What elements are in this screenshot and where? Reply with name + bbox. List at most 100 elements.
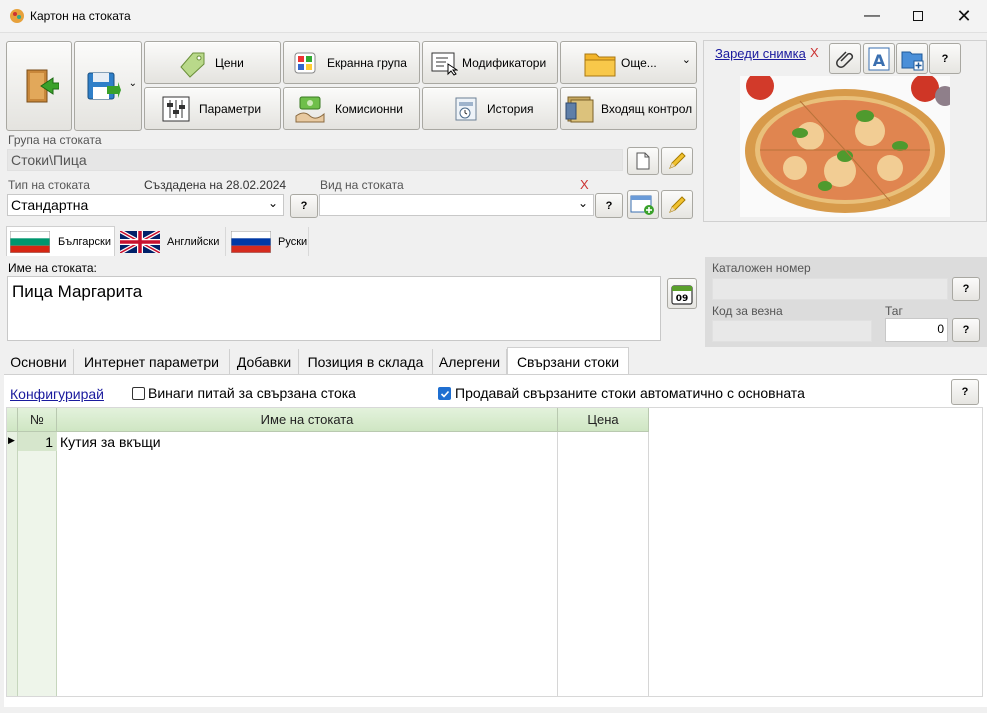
table-row[interactable]: ▶ 1 Кутия за вкъщи [7,432,649,451]
kind-add-button[interactable] [627,190,659,219]
letter-a-icon: A [868,47,890,70]
sell-auto-checkbox[interactable] [438,387,451,400]
history-icon [455,97,477,120]
history-button[interactable]: История [422,87,558,130]
type-select-value: Стандартна [11,197,89,213]
group-edit-button[interactable] [661,147,693,175]
kind-clear-button[interactable]: X [580,177,589,192]
calendar-button[interactable]: 09 [667,278,697,309]
catalog-help-button[interactable]: ? [952,277,980,301]
catalog-input[interactable] [712,278,948,300]
grid-divider [557,432,558,696]
kind-select[interactable]: ⌄ [319,194,594,216]
row-name[interactable]: Кутия за вкъщи [60,434,161,450]
checkmark-icon [440,390,449,398]
kind-edit-button[interactable] [661,190,693,219]
calendar-day-text: 09 [676,294,689,304]
lang-tab-english[interactable]: Английски [116,227,226,256]
lang-russian-label: Руски [278,235,308,248]
more-chevron-icon: ⌄ [681,54,691,66]
grid-no-column [18,432,57,696]
save-dropdown-chevron-icon[interactable]: ⌄ [129,78,137,89]
tab-basic[interactable]: Основни [4,349,74,374]
maximize-button[interactable] [895,0,941,32]
group-new-button[interactable] [627,147,659,175]
pencil-icon [669,195,686,213]
load-photo-link[interactable]: Зареди снимка [715,46,806,61]
group-label: Група на стоката [8,133,102,147]
grid-header-price[interactable]: Цена [558,408,649,432]
type-chevron-down-icon: ⌄ [267,196,278,210]
tag-label: Таг [885,304,903,318]
name-label: Име на стоката: [8,261,97,275]
close-button[interactable]: ✕ [941,0,987,32]
type-select[interactable]: Стандартна ⌄ [7,194,284,216]
save-button[interactable]: ⌄ [74,41,142,131]
kind-chevron-down-icon: ⌄ [577,196,588,210]
modifiers-button[interactable]: Модификатори [422,41,558,84]
window-title: Картон на стоката [30,9,131,23]
tab-related-items[interactable]: Свързани стоки [507,347,629,375]
catalog-label: Каталожен номер [712,261,811,275]
modifiers-label: Модификатори [462,55,547,70]
name-input[interactable]: Пица Маргарита [7,276,661,341]
uk-flag-icon [120,230,160,253]
lang-bulgarian-label: Български [58,236,111,248]
exit-door-icon [26,69,59,103]
clear-photo-button[interactable]: X [810,45,819,60]
scale-code-input[interactable] [712,320,872,342]
russia-flag-icon [231,230,271,253]
group-field: Стоки\Пица [7,149,623,171]
text-button[interactable]: A [863,43,895,74]
prices-button[interactable]: Цени [144,41,281,84]
folder-icon [584,53,616,76]
window-add-icon [630,195,654,215]
attach-button[interactable] [829,43,861,74]
minimize-button[interactable]: — [849,0,895,32]
screen-group-icon [294,52,316,73]
image-help-button[interactable]: ? [929,43,961,74]
screen-group-button[interactable]: Екранна група [283,41,420,84]
tab-addons[interactable]: Добавки [230,349,299,374]
lang-tab-bulgarian[interactable]: Български [6,226,115,257]
row-pointer-icon: ▶ [8,435,15,445]
more-label: Още... [621,55,657,70]
row-no: 1 [18,432,57,451]
tab-internet-params[interactable]: Интернет параметри [74,349,230,374]
product-image [740,76,950,217]
save-icon [87,72,121,100]
always-ask-checkbox[interactable] [132,387,145,400]
related-help-button[interactable]: ? [951,379,979,405]
exit-button[interactable] [6,41,72,131]
commission-button[interactable]: Комисионни [283,87,420,130]
parameters-button[interactable]: Параметри [144,87,281,130]
modifiers-icon [431,52,458,76]
tag-help-button[interactable]: ? [952,318,980,342]
lang-english-label: Английски [167,235,220,248]
tab-allergens[interactable]: Алергени [433,349,507,374]
grid-header-no[interactable]: № [18,408,57,432]
kind-help-button[interactable]: ? [595,193,623,218]
screen-group-label: Екранна група [327,55,407,70]
grid-header-name[interactable]: Име на стоката [57,408,558,432]
calendar-icon: 09 [671,284,693,305]
more-button[interactable]: Още... ⌄ [560,41,697,84]
tag-input[interactable]: 0 [885,318,948,342]
configure-link[interactable]: Конфигурирай [10,386,104,402]
tab-warehouse-position[interactable]: Позиция в склада [299,349,433,374]
type-help-button[interactable]: ? [290,194,318,218]
bulgaria-flag-icon [10,231,50,253]
sell-auto-label: Продавай свързаните стоки автоматично с … [455,385,805,401]
new-document-icon [636,152,650,170]
paperclip-icon [836,50,854,68]
lang-tab-russian[interactable]: Руски [227,227,309,256]
commission-label: Комисионни [335,101,403,116]
grid-row-indicator-column [7,408,18,696]
grid-divider [648,432,649,696]
type-label: Тип на стоката [8,178,90,192]
always-ask-label: Винаги питай за свързана стока [148,385,356,401]
incoming-control-button[interactable]: Входящ контрол [560,87,697,130]
pizza-image [740,76,950,217]
add-image-button[interactable] [896,43,928,74]
created-date-text: Създадена на 28.02.2024 [144,178,287,192]
